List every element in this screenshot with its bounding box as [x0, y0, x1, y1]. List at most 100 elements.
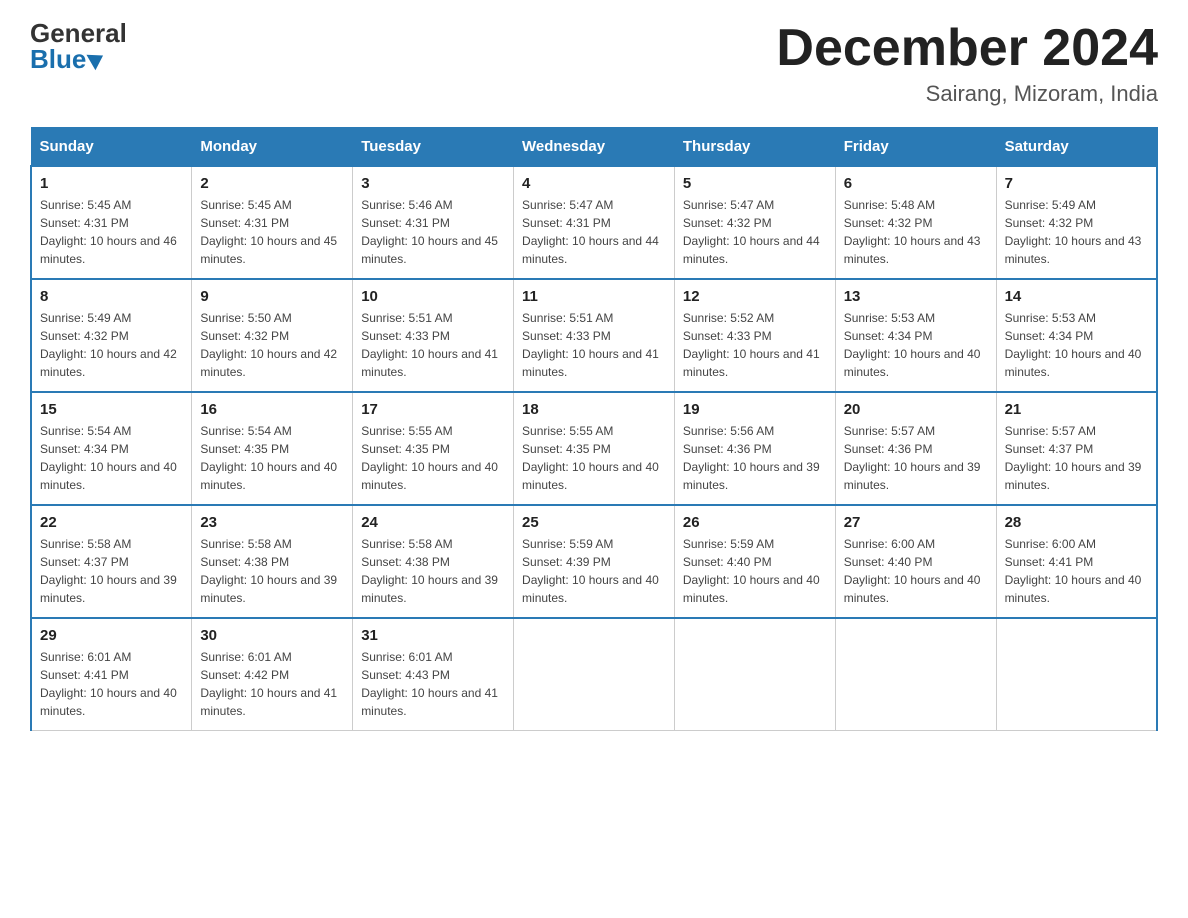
- day-cell: 25 Sunrise: 5:59 AMSunset: 4:39 PMDaylig…: [514, 505, 675, 618]
- day-info: Sunrise: 5:53 AMSunset: 4:34 PMDaylight:…: [1005, 311, 1142, 379]
- day-info: Sunrise: 5:57 AMSunset: 4:36 PMDaylight:…: [844, 424, 981, 492]
- day-number: 17: [361, 401, 505, 418]
- day-cell: 18 Sunrise: 5:55 AMSunset: 4:35 PMDaylig…: [514, 392, 675, 505]
- day-cell: 24 Sunrise: 5:58 AMSunset: 4:38 PMDaylig…: [353, 505, 514, 618]
- day-number: 4: [522, 175, 666, 192]
- location-label: Sairang, Mizoram, India: [776, 81, 1158, 107]
- logo-arrow-icon: [87, 47, 108, 70]
- day-cell: 27 Sunrise: 6:00 AMSunset: 4:40 PMDaylig…: [835, 505, 996, 618]
- day-info: Sunrise: 5:59 AMSunset: 4:40 PMDaylight:…: [683, 537, 820, 605]
- day-number: 12: [683, 288, 827, 305]
- day-cell: 9 Sunrise: 5:50 AMSunset: 4:32 PMDayligh…: [192, 279, 353, 392]
- day-number: 26: [683, 514, 827, 531]
- day-info: Sunrise: 5:55 AMSunset: 4:35 PMDaylight:…: [361, 424, 498, 492]
- day-cell: 6 Sunrise: 5:48 AMSunset: 4:32 PMDayligh…: [835, 166, 996, 279]
- day-cell: [674, 618, 835, 731]
- day-number: 30: [200, 627, 344, 644]
- weekday-header-sunday: Sunday: [31, 128, 192, 167]
- day-info: Sunrise: 5:45 AMSunset: 4:31 PMDaylight:…: [200, 198, 337, 266]
- day-cell: 22 Sunrise: 5:58 AMSunset: 4:37 PMDaylig…: [31, 505, 192, 618]
- day-cell: 1 Sunrise: 5:45 AMSunset: 4:31 PMDayligh…: [31, 166, 192, 279]
- day-cell: 8 Sunrise: 5:49 AMSunset: 4:32 PMDayligh…: [31, 279, 192, 392]
- day-info: Sunrise: 5:49 AMSunset: 4:32 PMDaylight:…: [40, 311, 177, 379]
- day-info: Sunrise: 5:58 AMSunset: 4:38 PMDaylight:…: [200, 537, 337, 605]
- day-info: Sunrise: 5:58 AMSunset: 4:38 PMDaylight:…: [361, 537, 498, 605]
- day-number: 2: [200, 175, 344, 192]
- day-cell: 4 Sunrise: 5:47 AMSunset: 4:31 PMDayligh…: [514, 166, 675, 279]
- day-number: 31: [361, 627, 505, 644]
- weekday-header-monday: Monday: [192, 128, 353, 167]
- day-info: Sunrise: 5:57 AMSunset: 4:37 PMDaylight:…: [1005, 424, 1142, 492]
- week-row-3: 15 Sunrise: 5:54 AMSunset: 4:34 PMDaylig…: [31, 392, 1157, 505]
- week-row-5: 29 Sunrise: 6:01 AMSunset: 4:41 PMDaylig…: [31, 618, 1157, 731]
- day-number: 14: [1005, 288, 1148, 305]
- day-cell: 19 Sunrise: 5:56 AMSunset: 4:36 PMDaylig…: [674, 392, 835, 505]
- day-info: Sunrise: 5:51 AMSunset: 4:33 PMDaylight:…: [361, 311, 498, 379]
- day-info: Sunrise: 5:52 AMSunset: 4:33 PMDaylight:…: [683, 311, 820, 379]
- day-cell: 11 Sunrise: 5:51 AMSunset: 4:33 PMDaylig…: [514, 279, 675, 392]
- day-number: 24: [361, 514, 505, 531]
- day-number: 6: [844, 175, 988, 192]
- day-number: 28: [1005, 514, 1148, 531]
- day-cell: 12 Sunrise: 5:52 AMSunset: 4:33 PMDaylig…: [674, 279, 835, 392]
- day-cell: 16 Sunrise: 5:54 AMSunset: 4:35 PMDaylig…: [192, 392, 353, 505]
- day-cell: 3 Sunrise: 5:46 AMSunset: 4:31 PMDayligh…: [353, 166, 514, 279]
- day-number: 29: [40, 627, 183, 644]
- day-info: Sunrise: 6:01 AMSunset: 4:41 PMDaylight:…: [40, 650, 177, 718]
- day-cell: 17 Sunrise: 5:55 AMSunset: 4:35 PMDaylig…: [353, 392, 514, 505]
- day-cell: 23 Sunrise: 5:58 AMSunset: 4:38 PMDaylig…: [192, 505, 353, 618]
- day-cell: 14 Sunrise: 5:53 AMSunset: 4:34 PMDaylig…: [996, 279, 1157, 392]
- day-info: Sunrise: 5:56 AMSunset: 4:36 PMDaylight:…: [683, 424, 820, 492]
- day-info: Sunrise: 5:54 AMSunset: 4:35 PMDaylight:…: [200, 424, 337, 492]
- day-cell: 10 Sunrise: 5:51 AMSunset: 4:33 PMDaylig…: [353, 279, 514, 392]
- day-number: 22: [40, 514, 183, 531]
- week-row-1: 1 Sunrise: 5:45 AMSunset: 4:31 PMDayligh…: [31, 166, 1157, 279]
- day-cell: [514, 618, 675, 731]
- day-cell: 20 Sunrise: 5:57 AMSunset: 4:36 PMDaylig…: [835, 392, 996, 505]
- day-cell: 30 Sunrise: 6:01 AMSunset: 4:42 PMDaylig…: [192, 618, 353, 731]
- day-info: Sunrise: 5:51 AMSunset: 4:33 PMDaylight:…: [522, 311, 659, 379]
- month-title: December 2024: [776, 20, 1158, 77]
- weekday-header-saturday: Saturday: [996, 128, 1157, 167]
- day-info: Sunrise: 5:45 AMSunset: 4:31 PMDaylight:…: [40, 198, 177, 266]
- day-info: Sunrise: 5:48 AMSunset: 4:32 PMDaylight:…: [844, 198, 981, 266]
- day-number: 7: [1005, 175, 1148, 192]
- week-row-4: 22 Sunrise: 5:58 AMSunset: 4:37 PMDaylig…: [31, 505, 1157, 618]
- day-info: Sunrise: 6:01 AMSunset: 4:43 PMDaylight:…: [361, 650, 498, 718]
- day-number: 10: [361, 288, 505, 305]
- day-cell: 21 Sunrise: 5:57 AMSunset: 4:37 PMDaylig…: [996, 392, 1157, 505]
- day-info: Sunrise: 5:47 AMSunset: 4:31 PMDaylight:…: [522, 198, 659, 266]
- day-number: 16: [200, 401, 344, 418]
- day-number: 19: [683, 401, 827, 418]
- day-cell: [996, 618, 1157, 731]
- day-info: Sunrise: 5:53 AMSunset: 4:34 PMDaylight:…: [844, 311, 981, 379]
- day-number: 5: [683, 175, 827, 192]
- day-cell: [835, 618, 996, 731]
- day-cell: 26 Sunrise: 5:59 AMSunset: 4:40 PMDaylig…: [674, 505, 835, 618]
- weekday-header-friday: Friday: [835, 128, 996, 167]
- day-number: 11: [522, 288, 666, 305]
- day-cell: 29 Sunrise: 6:01 AMSunset: 4:41 PMDaylig…: [31, 618, 192, 731]
- day-info: Sunrise: 5:54 AMSunset: 4:34 PMDaylight:…: [40, 424, 177, 492]
- day-number: 25: [522, 514, 666, 531]
- weekday-header-tuesday: Tuesday: [353, 128, 514, 167]
- weekday-header-wednesday: Wednesday: [514, 128, 675, 167]
- day-number: 1: [40, 175, 183, 192]
- day-number: 18: [522, 401, 666, 418]
- day-cell: 5 Sunrise: 5:47 AMSunset: 4:32 PMDayligh…: [674, 166, 835, 279]
- day-cell: 28 Sunrise: 6:00 AMSunset: 4:41 PMDaylig…: [996, 505, 1157, 618]
- week-row-2: 8 Sunrise: 5:49 AMSunset: 4:32 PMDayligh…: [31, 279, 1157, 392]
- day-info: Sunrise: 6:00 AMSunset: 4:40 PMDaylight:…: [844, 537, 981, 605]
- day-info: Sunrise: 5:58 AMSunset: 4:37 PMDaylight:…: [40, 537, 177, 605]
- day-cell: 13 Sunrise: 5:53 AMSunset: 4:34 PMDaylig…: [835, 279, 996, 392]
- logo-blue: Blue: [30, 46, 104, 72]
- day-number: 13: [844, 288, 988, 305]
- day-number: 21: [1005, 401, 1148, 418]
- day-cell: 7 Sunrise: 5:49 AMSunset: 4:32 PMDayligh…: [996, 166, 1157, 279]
- day-info: Sunrise: 5:55 AMSunset: 4:35 PMDaylight:…: [522, 424, 659, 492]
- calendar-table: SundayMondayTuesdayWednesdayThursdayFrid…: [30, 127, 1158, 731]
- day-info: Sunrise: 5:50 AMSunset: 4:32 PMDaylight:…: [200, 311, 337, 379]
- day-info: Sunrise: 5:59 AMSunset: 4:39 PMDaylight:…: [522, 537, 659, 605]
- day-info: Sunrise: 5:46 AMSunset: 4:31 PMDaylight:…: [361, 198, 498, 266]
- day-cell: 2 Sunrise: 5:45 AMSunset: 4:31 PMDayligh…: [192, 166, 353, 279]
